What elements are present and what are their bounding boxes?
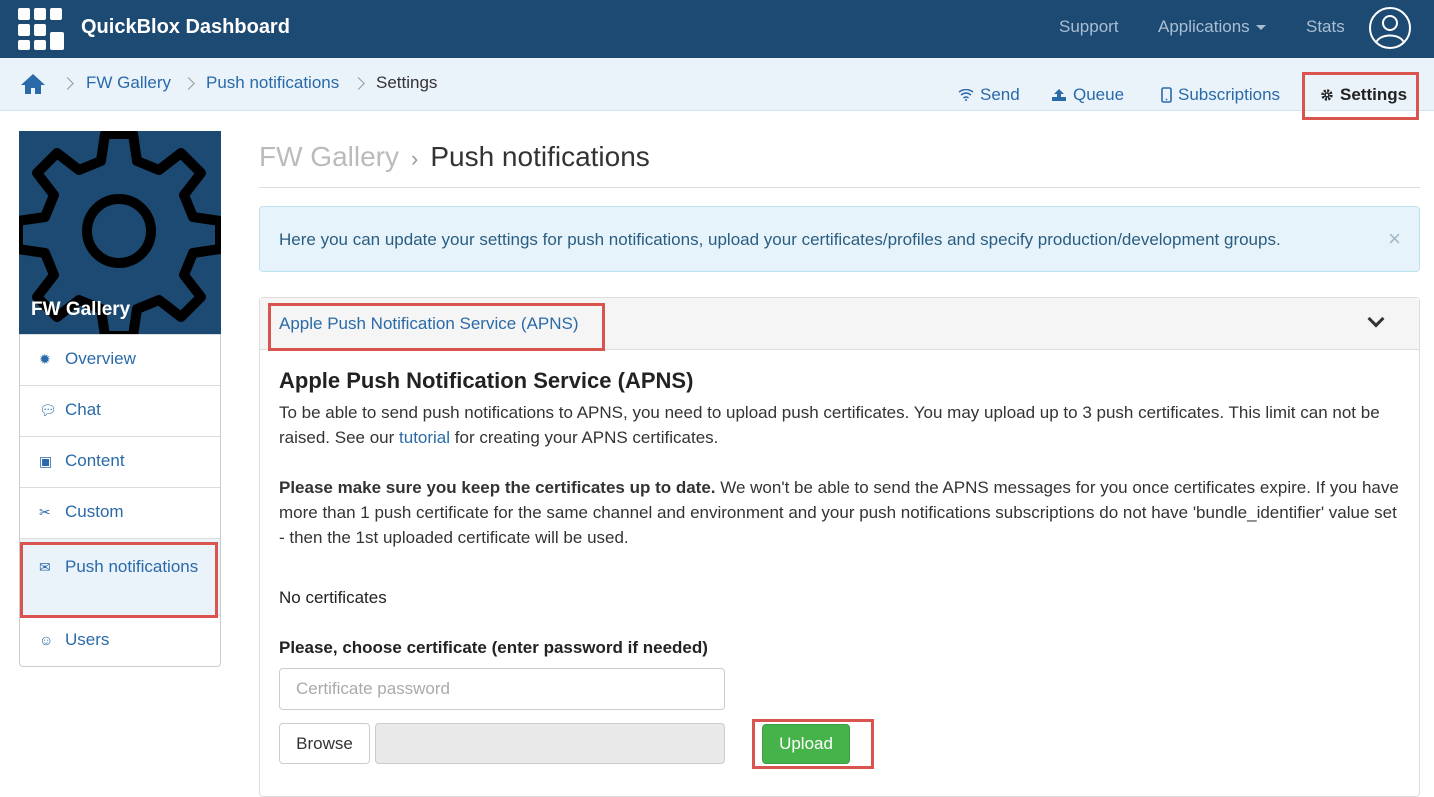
page-title: FW Gallery › Push notifications (259, 141, 650, 173)
breadcrumb-app[interactable]: FW Gallery (86, 73, 171, 93)
close-icon[interactable]: × (1388, 226, 1401, 252)
top-navbar: QuickBlox Dashboard Support Applications… (0, 0, 1434, 58)
breadcrumb-bar: FW Gallery Push notifications Settings S… (0, 58, 1434, 111)
page-title-page: Push notifications (430, 141, 650, 172)
browse-button[interactable]: Browse (279, 723, 370, 764)
apns-warning: Please make sure you keep the certificat… (279, 475, 1399, 550)
breadcrumb-current: Settings (376, 73, 438, 92)
apns-desc-text-end: for creating your APNS certificates. (450, 428, 719, 447)
nav-applications-label: Applications (1158, 17, 1250, 36)
chat-icon: 💬︎ (39, 402, 57, 418)
highlight-push-notifications (20, 542, 218, 618)
users-icon: ☺︎ (39, 632, 54, 648)
sidebar-item-label: Custom (65, 502, 124, 521)
sidebar-item-custom[interactable]: ✂︎ Custom (20, 487, 220, 538)
tab-subscriptions-label: Subscriptions (1178, 85, 1281, 104)
alert-text: Here you can update your settings for pu… (279, 230, 1281, 249)
content-icon: ▣ (39, 453, 53, 469)
user-avatar-icon[interactable] (1369, 7, 1411, 49)
sidebar-item-label: Users (65, 630, 110, 649)
chevron-right-icon: › (411, 146, 419, 171)
tab-send[interactable]: Send (958, 85, 1020, 105)
tab-subscriptions[interactable]: Subscriptions (1161, 85, 1280, 105)
wifi-icon (958, 89, 974, 101)
nav-stats[interactable]: Stats (1306, 17, 1345, 37)
tab-send-label: Send (980, 85, 1020, 104)
page-title-app[interactable]: FW Gallery (259, 141, 399, 172)
tab-queue-label: Queue (1073, 85, 1125, 104)
gear-icon: ✹ (39, 351, 51, 367)
breadcrumb-separator-icon (61, 77, 74, 90)
sidebar-item-users[interactable]: ☺︎ Users (20, 615, 220, 666)
breadcrumb-separator-icon (182, 77, 195, 90)
highlight-upload-button (752, 719, 874, 769)
tutorial-link[interactable]: tutorial (399, 428, 450, 447)
choose-certificate-label: Please, choose certificate (enter passwo… (279, 638, 708, 657)
sidebar-item-overview[interactable]: ✹ Overview (20, 334, 220, 385)
no-certificates-text: No certificates (279, 588, 387, 607)
highlight-settings-tab (1302, 72, 1419, 120)
file-name-field (375, 723, 725, 764)
nav-support[interactable]: Support (1059, 17, 1119, 37)
mobile-icon (1161, 87, 1172, 103)
upload-icon (1052, 89, 1066, 101)
sidebar-item-label: Chat (65, 400, 101, 419)
app-title[interactable]: QuickBlox Dashboard (81, 16, 290, 39)
tab-queue[interactable]: Queue (1051, 85, 1124, 105)
sidebar-item-label: Overview (65, 349, 136, 368)
chevron-down-icon[interactable] (1367, 310, 1385, 328)
apns-heading: Apple Push Notification Service (APNS) (279, 368, 694, 393)
breadcrumb-section[interactable]: Push notifications (206, 73, 339, 93)
sidebar-item-label: Content (65, 451, 125, 470)
apns-panel-body: Apple Push Notification Service (APNS) T… (279, 368, 1399, 550)
title-divider (259, 187, 1420, 188)
info-alert: Here you can update your settings for pu… (259, 206, 1420, 272)
app-tile[interactable]: FW Gallery (19, 131, 221, 334)
sidebar-item-chat[interactable]: 💬︎ Chat (20, 385, 220, 436)
apns-description: To be able to send push notifications to… (279, 400, 1399, 450)
highlight-apns-header (268, 303, 605, 351)
custom-icon: ✂︎ (39, 504, 51, 520)
breadcrumb-separator-icon (352, 77, 365, 90)
caret-down-icon (1255, 25, 1266, 31)
nav-applications[interactable]: Applications (1158, 17, 1266, 37)
home-icon[interactable] (20, 73, 46, 100)
certificate-password-input[interactable] (279, 668, 725, 710)
apns-warning-bold: Please make sure you keep the certificat… (279, 478, 716, 497)
app-tile-name: FW Gallery (31, 299, 131, 320)
quickblox-logo-icon[interactable] (18, 8, 64, 52)
sidebar-item-content[interactable]: ▣ Content (20, 436, 220, 487)
